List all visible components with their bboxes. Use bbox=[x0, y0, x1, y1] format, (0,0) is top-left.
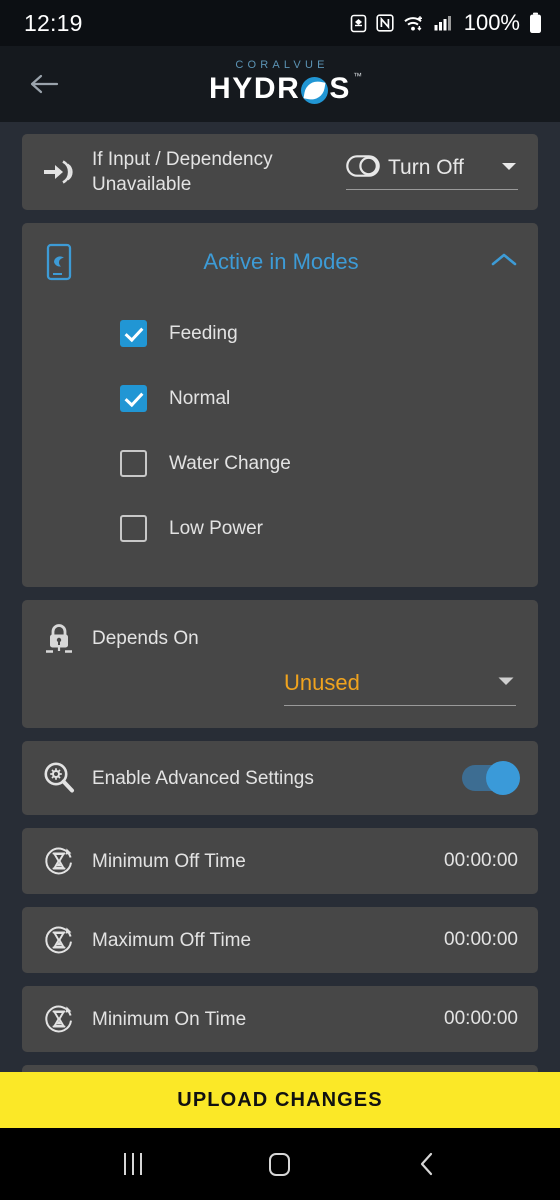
dependency-row: If Input / Dependency Unavailable Turn O… bbox=[22, 134, 538, 210]
hourglass-icon bbox=[42, 845, 76, 877]
app-header: CORALVUE HYDR S ™ bbox=[0, 46, 560, 122]
home-icon bbox=[269, 1152, 291, 1176]
input-arrow-icon bbox=[42, 157, 76, 187]
battery-icon bbox=[529, 12, 542, 34]
advanced-settings-label: Enable Advanced Settings bbox=[92, 767, 314, 789]
maximum-off-time-value: 00:00:00 bbox=[444, 929, 518, 950]
minimum-on-time-row[interactable]: Minimum On Time 00:00:00 bbox=[22, 986, 538, 1052]
recents-button[interactable] bbox=[103, 1134, 163, 1194]
toggle-off-icon bbox=[346, 154, 380, 182]
logo-s-text: S bbox=[329, 72, 352, 105]
minimum-on-time-card: Minimum On Time 00:00:00 bbox=[22, 986, 538, 1052]
home-button[interactable] bbox=[250, 1134, 310, 1194]
mode-row-feeding[interactable]: Feeding bbox=[22, 301, 538, 366]
minimum-off-time-row[interactable]: Minimum Off Time 00:00:00 bbox=[22, 828, 538, 894]
hourglass-icon bbox=[42, 1003, 76, 1035]
maximum-off-time-label: Maximum Off Time bbox=[92, 929, 252, 951]
mode-label-normal: Normal bbox=[169, 387, 231, 409]
mode-label-low-power: Low Power bbox=[169, 517, 263, 539]
maximum-off-time-row[interactable]: Maximum Off Time 00:00:00 bbox=[22, 907, 538, 973]
battery-percent: 100% bbox=[463, 10, 520, 35]
recents-icon bbox=[124, 1153, 143, 1175]
mode-row-low-power[interactable]: Low Power bbox=[22, 496, 538, 561]
back-button[interactable] bbox=[397, 1134, 457, 1194]
settings-scroll-area[interactable]: If Input / Dependency Unavailable Turn O… bbox=[0, 122, 560, 1072]
checkbox-water-change[interactable] bbox=[120, 450, 147, 477]
dependency-label: If Input / Dependency Unavailable bbox=[92, 149, 273, 195]
phone-screen: 12:19 100% CORALVUE HYDR S ™ If Input / … bbox=[0, 0, 560, 1200]
checkbox-feeding[interactable] bbox=[120, 320, 147, 347]
device-mode-icon bbox=[42, 243, 76, 281]
mode-label-feeding: Feeding bbox=[169, 322, 238, 344]
chevron-down-icon bbox=[500, 159, 518, 177]
status-time: 12:19 bbox=[24, 9, 83, 36]
depends-on-label: Depends On bbox=[92, 628, 199, 649]
wifi-icon bbox=[403, 13, 425, 33]
dependency-select[interactable]: Turn Off bbox=[346, 154, 518, 190]
chevron-down-icon bbox=[496, 674, 516, 692]
cellular-signal-icon bbox=[434, 13, 453, 33]
back-icon bbox=[420, 1152, 432, 1176]
logo-leaf-icon bbox=[301, 76, 329, 104]
logo-hydros: HYDR S ™ bbox=[208, 72, 362, 105]
logo-coralvue-text: CORALVUE bbox=[235, 59, 329, 71]
upload-changes-button[interactable]: UPLOAD CHANGES bbox=[0, 1072, 560, 1128]
status-icons: 100% bbox=[350, 10, 542, 36]
minimum-off-time-label: Minimum Off Time bbox=[92, 850, 246, 872]
dependency-select-underline bbox=[346, 188, 518, 190]
hourglass-icon bbox=[42, 924, 76, 956]
mode-label-water-change: Water Change bbox=[169, 452, 291, 474]
advanced-settings-row[interactable]: Enable Advanced Settings bbox=[22, 741, 538, 815]
depends-on-underline bbox=[284, 705, 516, 706]
minimum-on-time-value: 00:00:00 bbox=[444, 1008, 518, 1029]
nfc-icon bbox=[376, 13, 394, 33]
header-back-button[interactable] bbox=[22, 62, 66, 106]
app-logo: CORALVUE HYDR S ™ bbox=[208, 59, 362, 105]
minimum-off-time-value: 00:00:00 bbox=[444, 850, 518, 871]
next-card-partial[interactable] bbox=[22, 1065, 538, 1072]
depends-on-value: Unused bbox=[284, 670, 360, 695]
battery-saver-icon bbox=[350, 13, 367, 33]
maximum-off-time-card: Maximum Off Time 00:00:00 bbox=[22, 907, 538, 973]
advanced-settings-card: Enable Advanced Settings bbox=[22, 741, 538, 815]
active-in-modes-header[interactable]: Active in Modes bbox=[22, 223, 538, 301]
dependency-card: If Input / Dependency Unavailable Turn O… bbox=[22, 134, 538, 210]
status-bar: 12:19 100% bbox=[0, 0, 560, 46]
active-in-modes-title: Active in Modes bbox=[203, 249, 359, 274]
system-navigation-bar bbox=[0, 1128, 560, 1200]
chevron-up-icon[interactable] bbox=[490, 251, 518, 274]
mode-row-water-change[interactable]: Water Change bbox=[22, 431, 538, 496]
lock-icon bbox=[42, 622, 76, 656]
depends-on-row: Depends On bbox=[22, 600, 538, 656]
minimum-on-time-label: Minimum On Time bbox=[92, 1008, 247, 1030]
depends-on-select[interactable]: Unused bbox=[284, 670, 516, 706]
checkbox-normal[interactable] bbox=[120, 385, 147, 412]
depends-on-card: Depends On Unused bbox=[22, 600, 538, 728]
back-arrow-icon bbox=[30, 74, 59, 94]
advanced-search-icon bbox=[42, 761, 76, 795]
logo-trademark: ™ bbox=[353, 71, 363, 81]
advanced-settings-toggle[interactable] bbox=[462, 761, 520, 795]
dependency-select-value: Turn Off bbox=[388, 156, 464, 179]
logo-hydr-text: HYDR bbox=[208, 72, 301, 105]
active-in-modes-card: Active in Modes Feeding Normal Water Cha… bbox=[22, 223, 538, 587]
modes-list: Feeding Normal Water Change Low Power bbox=[22, 301, 538, 587]
checkbox-low-power[interactable] bbox=[120, 515, 147, 542]
minimum-off-time-card: Minimum Off Time 00:00:00 bbox=[22, 828, 538, 894]
mode-row-normal[interactable]: Normal bbox=[22, 366, 538, 431]
